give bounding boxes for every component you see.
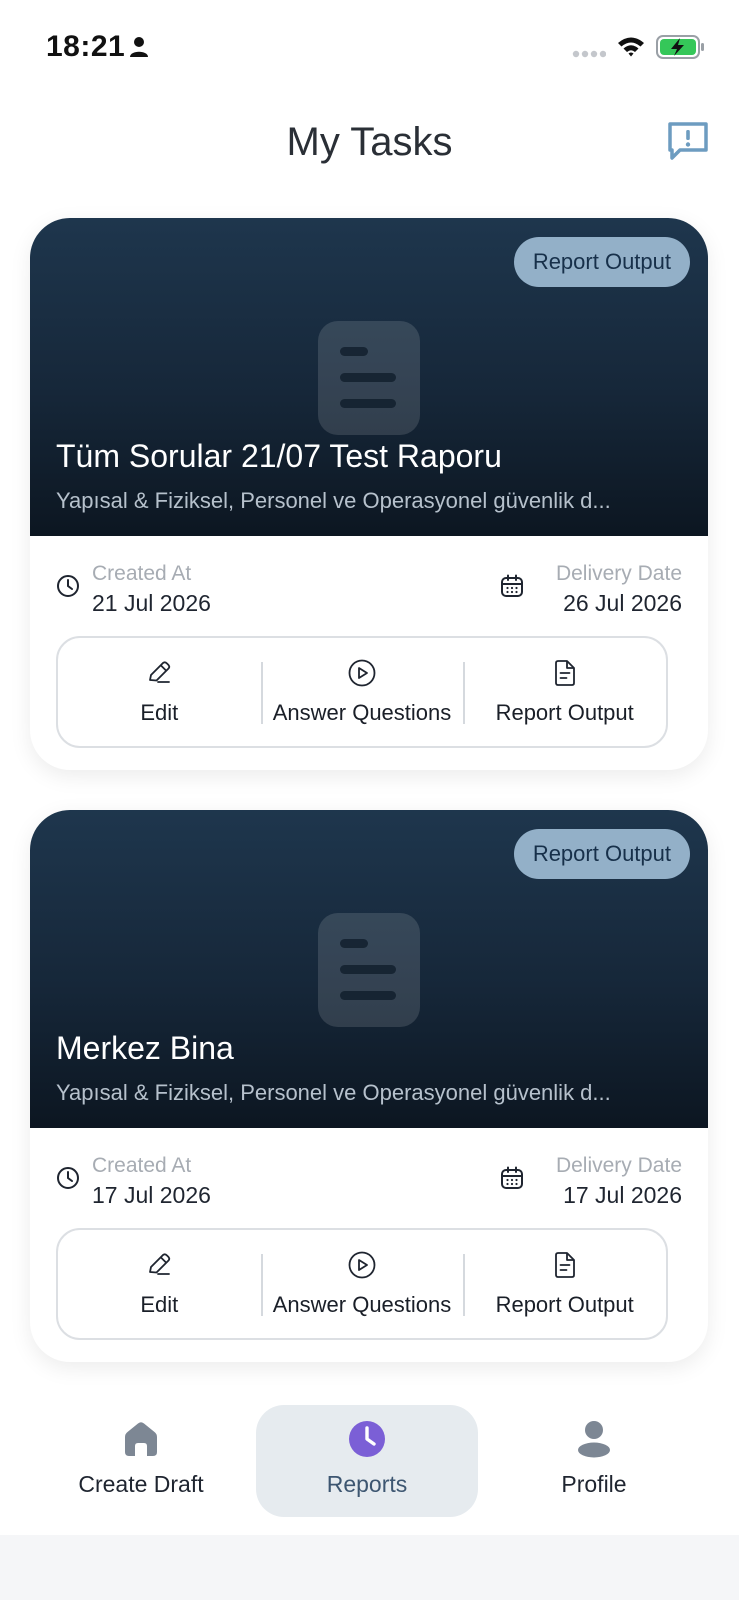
person-icon	[130, 37, 148, 57]
card-hero: Report Output Tüm Sorular 21/07 Test Rap…	[30, 218, 708, 536]
edit-label: Edit	[140, 700, 179, 725]
edit-button[interactable]: Edit	[58, 638, 261, 746]
status-badge: Report Output	[513, 829, 690, 879]
nav-reports[interactable]: Reports	[256, 1405, 478, 1517]
delivery-date: Delivery Date 26 Jul 2026	[556, 560, 682, 618]
nav-profile-label: Profile	[561, 1471, 627, 1497]
task-subtitle: Yapısal & Fiziksel, Personel ve Operasyo…	[56, 488, 611, 513]
document-icon	[318, 913, 420, 1027]
answer-questions-label: Answer Questions	[272, 700, 452, 725]
calendar-icon	[501, 1166, 523, 1189]
status-bar: 18:21	[0, 0, 739, 90]
bottom-navigation: Create Draft Reports Profile	[0, 1385, 739, 1535]
card-actions: Edit Answer Questions Report Output	[56, 636, 668, 748]
nav-reports-label: Reports	[326, 1471, 408, 1497]
delivery-date: Delivery Date 17 Jul 2026	[556, 1152, 682, 1210]
task-title: Merkez Bina	[56, 1030, 234, 1066]
report-document-icon	[554, 1252, 575, 1278]
feedback-message-icon[interactable]	[666, 120, 710, 162]
card-actions: Edit Answer Questions Report Output	[56, 1228, 668, 1340]
nav-create-draft[interactable]: Create Draft	[30, 1405, 252, 1517]
report-output-button[interactable]: Report Output	[463, 1230, 666, 1338]
delivery-date-label: Delivery Date	[555, 562, 682, 585]
pencil-icon	[149, 661, 171, 683]
delivery-date-label: Delivery Date	[555, 1154, 682, 1177]
answer-questions-label: Answer Questions	[272, 1292, 452, 1317]
task-card[interactable]: Report Output Tüm Sorular 21/07 Test Rap…	[30, 218, 708, 770]
pencil-icon	[149, 1253, 171, 1275]
person-icon	[578, 1421, 610, 1458]
task-meta: Created At 21 Jul 2026 Delivery Date 26 …	[30, 536, 708, 636]
nav-create-draft-label: Create Draft	[78, 1471, 204, 1497]
task-subtitle: Yapısal & Fiziksel, Personel ve Operasyo…	[56, 1080, 611, 1105]
clock-icon	[349, 1421, 385, 1457]
report-output-label: Report Output	[495, 700, 634, 725]
battery-charging-icon	[656, 35, 704, 59]
created-at: Created At 21 Jul 2026	[56, 560, 211, 618]
answer-questions-button[interactable]: Answer Questions	[260, 1230, 464, 1338]
header: My Tasks	[0, 90, 739, 200]
cellular-signal-icon	[572, 50, 606, 58]
card-hero: Report Output Merkez Bina Yapısal & Fizi…	[30, 810, 708, 1128]
created-at-label: Created At	[92, 562, 192, 585]
status-time: 18:21	[46, 30, 126, 63]
task-list[interactable]: Report Output Tüm Sorular 21/07 Test Rap…	[0, 200, 739, 1385]
home-icon	[125, 1422, 157, 1456]
task-card[interactable]: Report Output Merkez Bina Yapısal & Fizi…	[30, 810, 708, 1362]
nav-profile[interactable]: Profile	[483, 1405, 705, 1517]
document-icon	[318, 321, 420, 435]
edit-label: Edit	[140, 1292, 179, 1317]
page-title: My Tasks	[286, 120, 453, 164]
app-screen: 18:21 My Tasks Report Output Tüm Sorular…	[0, 0, 739, 1600]
created-at-value: 21 Jul 2026	[92, 590, 211, 616]
task-title: Tüm Sorular 21/07 Test Raporu	[56, 438, 502, 474]
clock-icon	[57, 1167, 79, 1189]
play-circle-icon	[348, 1251, 376, 1279]
answer-questions-button[interactable]: Answer Questions	[260, 638, 464, 746]
report-output-button[interactable]: Report Output	[463, 638, 666, 746]
report-output-label: Report Output	[495, 1292, 634, 1317]
clock-icon	[57, 575, 79, 597]
task-meta: Created At 17 Jul 2026 Delivery Date 17 …	[30, 1128, 708, 1228]
created-at: Created At 17 Jul 2026	[56, 1152, 211, 1210]
calendar-icon	[501, 574, 523, 597]
play-circle-icon	[348, 659, 376, 687]
delivery-date-value: 26 Jul 2026	[563, 590, 682, 616]
wifi-icon	[618, 37, 644, 57]
report-document-icon	[554, 660, 575, 686]
created-at-label: Created At	[92, 1154, 192, 1177]
delivery-date-value: 17 Jul 2026	[563, 1182, 682, 1208]
created-at-value: 17 Jul 2026	[92, 1182, 211, 1208]
edit-button[interactable]: Edit	[58, 1230, 261, 1338]
status-badge: Report Output	[513, 237, 690, 287]
